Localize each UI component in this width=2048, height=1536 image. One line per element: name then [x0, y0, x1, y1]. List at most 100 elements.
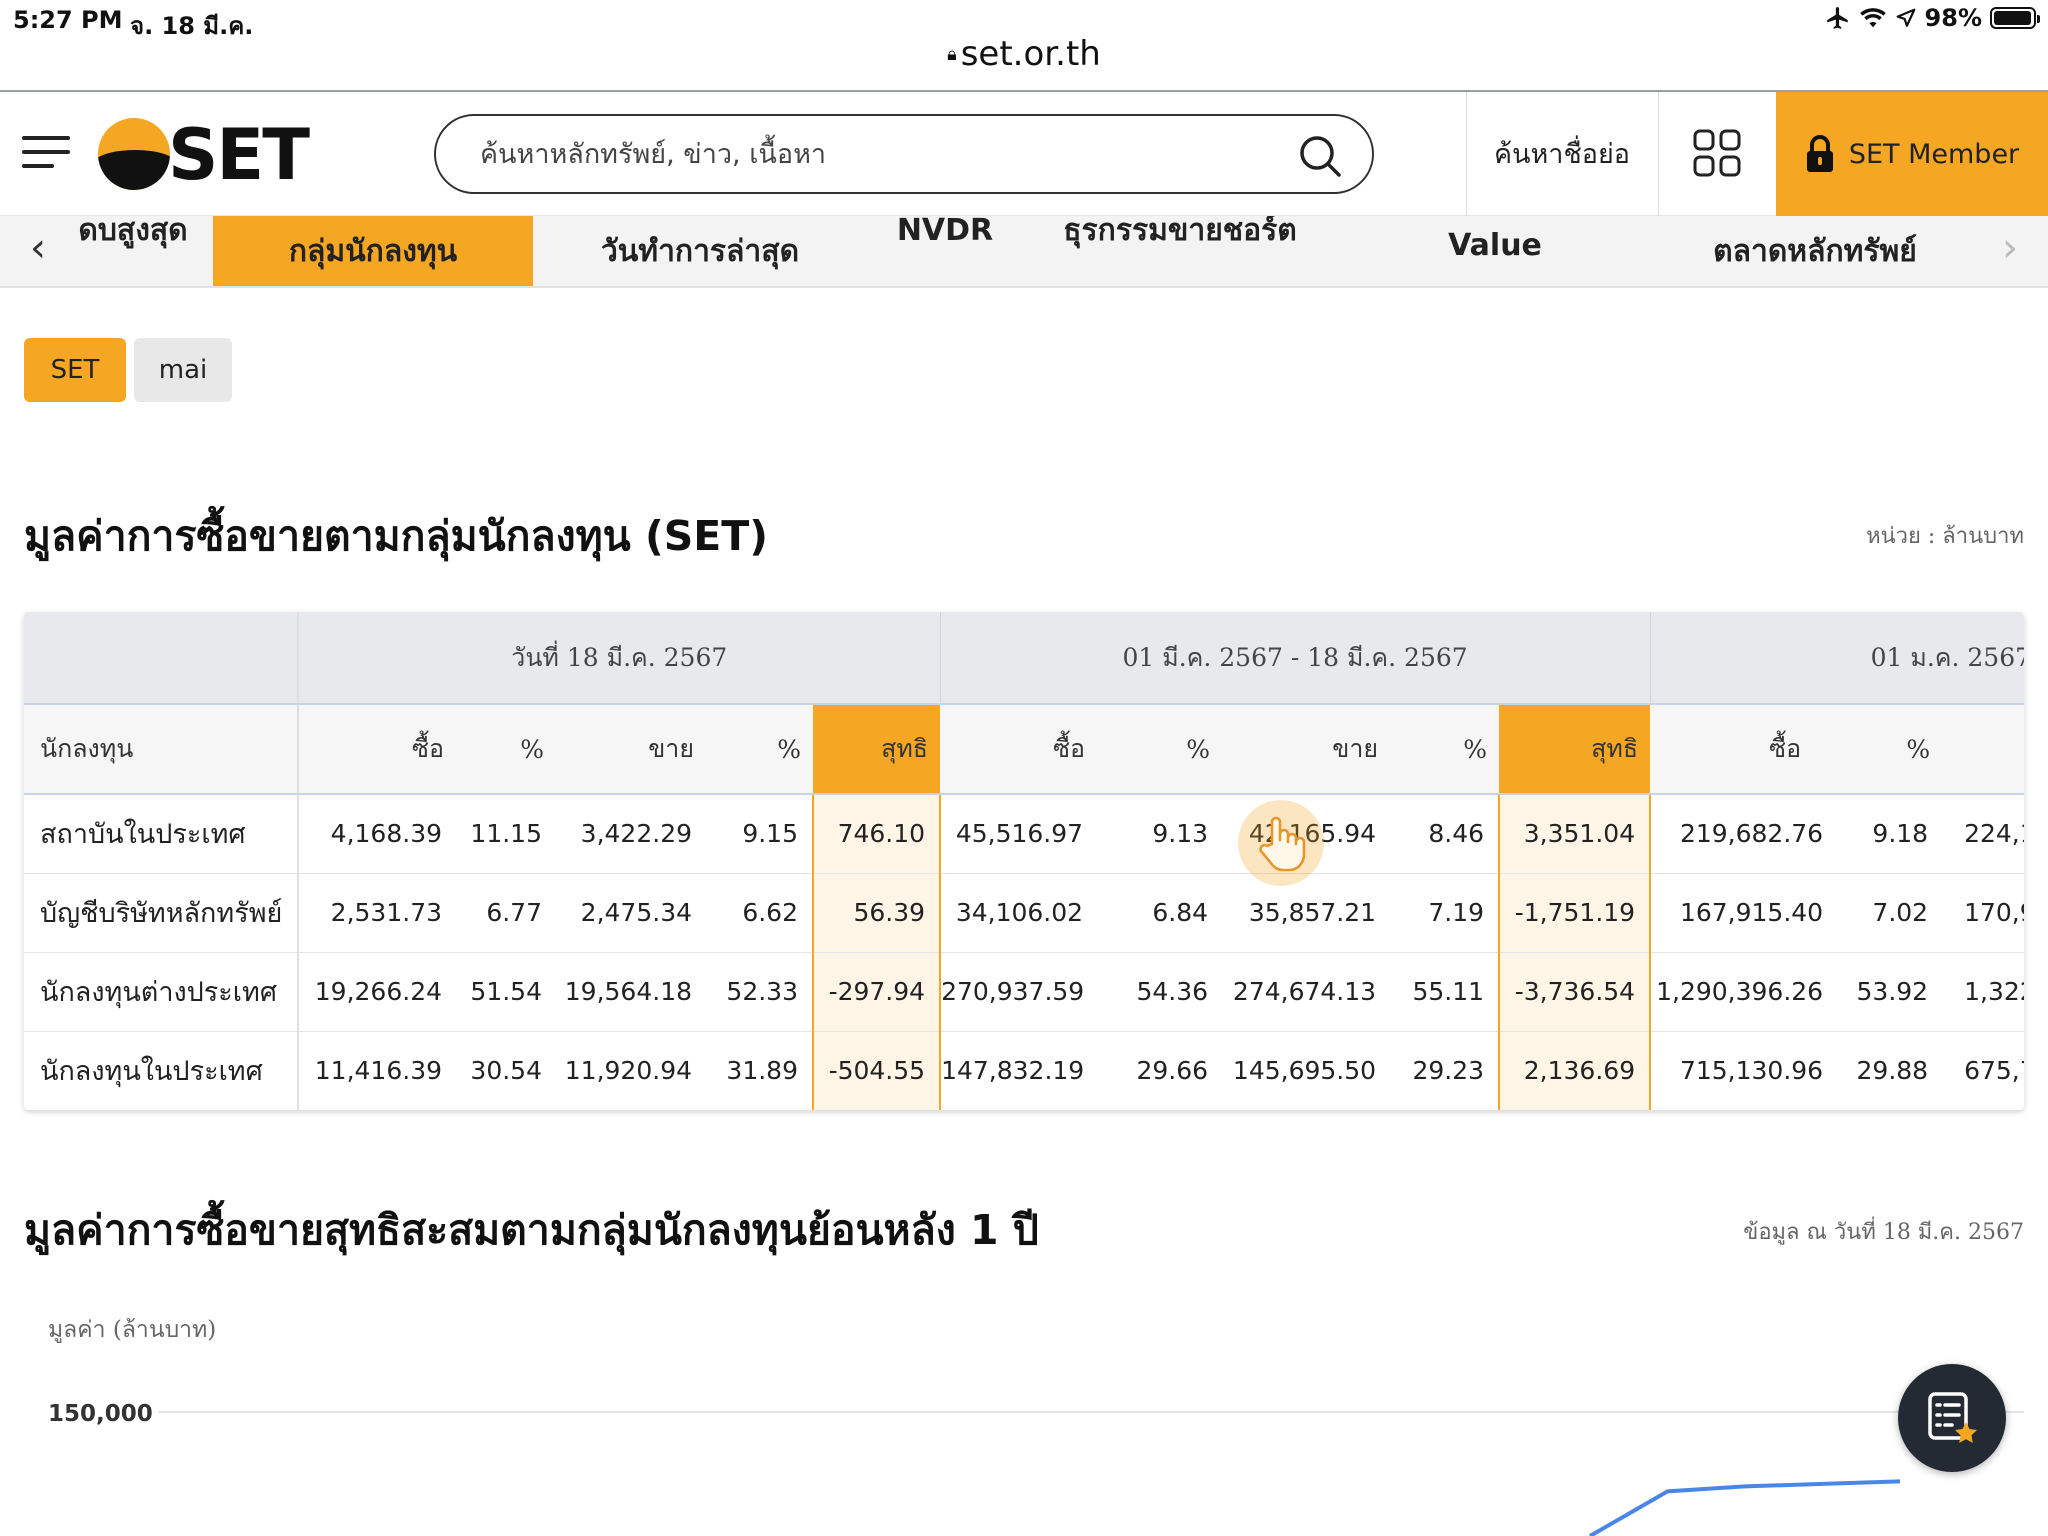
sell-value: 675,7!	[1942, 1031, 2024, 1110]
url-text: set.or.th	[960, 34, 1101, 74]
member-label: SET Member	[1848, 138, 2020, 170]
buy-value: 2,531.73	[298, 873, 456, 953]
section-title-cumulative: มูลค่าการซื้อขายสุทธิสะสมตามกลุ่มนักลงทุ…	[24, 1206, 1039, 1254]
header-buy: ซื้อ	[1650, 704, 1838, 795]
table-group-row: วันที่ 18 มี.ค. 2567 01 มี.ค. 2567 - 18 …	[24, 612, 2024, 705]
chevron-right-icon[interactable]: ›	[1990, 216, 2030, 286]
net-value: -504.55	[811, 1031, 942, 1110]
abbr-search-link[interactable]: ค้นหาชื่อย่อ	[1466, 132, 1658, 175]
tab-latest-trading-day[interactable]: วันทำการล่าสุด	[540, 216, 860, 286]
status-time: 5:27 PM	[13, 6, 123, 34]
header-sell: ขาย	[556, 704, 706, 795]
table-header-row: นักลงทุน ซื้อ % ขาย % สุทธิ ซื้อ % ขาย %…	[24, 704, 2024, 795]
market-tab-set[interactable]: SET	[24, 338, 126, 402]
net-value: -3,736.54	[1498, 952, 1652, 1032]
buy-value: 715,130.96	[1650, 1031, 1838, 1110]
sub-nav: ‹ ดบสูงสุด กลุ่มนักลงทุน วันทำการล่าสุด …	[0, 216, 2048, 288]
group-header-year: 01 ม.ค. 2567 - 1	[1649, 612, 2024, 705]
sell-pct: 52.33	[706, 952, 813, 1032]
battery-fill	[1994, 11, 2032, 25]
logo-text: SET	[168, 114, 310, 196]
tab-value[interactable]: Value	[1400, 216, 1590, 286]
buy-value: 34,106.02	[940, 873, 1098, 953]
y-tick-label: 150,000	[48, 1401, 153, 1427]
investor-name: นักลงทุนต่างประเทศ	[24, 952, 299, 1032]
sell-pct: 31.89	[706, 1031, 813, 1110]
apps-grid-icon[interactable]	[1692, 128, 1742, 178]
buy-value: 4,168.39	[298, 794, 456, 874]
lock-icon	[1806, 135, 1833, 172]
buy-pct: 30.54	[456, 1031, 556, 1110]
chart-svg: มูลค่า (ล้านบาท) 150,000	[48, 1317, 2024, 1536]
tab-nvdr[interactable]: NVDR	[880, 216, 1010, 286]
menu-icon[interactable]	[22, 132, 70, 172]
buy-pct: 7.02	[1837, 873, 1943, 953]
header-empty	[1942, 704, 2024, 795]
wifi-icon	[1859, 8, 1886, 28]
table-row: นักลงทุนในประเทศ 11,416.39 30.54 11,920.94 3…	[24, 1031, 2024, 1110]
set-logo[interactable]: SET	[96, 114, 310, 196]
buy-pct: 29.66	[1097, 1031, 1223, 1110]
sell-value: 19,564.18	[556, 952, 706, 1032]
header-net: สุทธิ	[1499, 704, 1651, 795]
sell-pct: 29.23	[1390, 1031, 1500, 1110]
tab-stock-market[interactable]: ตลาดหลักทรัพย์	[1670, 216, 1960, 286]
group-header-day: วันที่ 18 มี.ค. 2567	[297, 612, 941, 705]
buy-pct: 9.18	[1837, 794, 1943, 874]
url-bar[interactable]: 🔒︎ set.or.th	[0, 34, 2048, 90]
y-axis-label: มูลค่า (ล้านบาท)	[48, 1317, 216, 1343]
net-value: 56.39	[811, 873, 942, 953]
battery-percent: 98%	[1924, 4, 1982, 32]
tab-top-ranking[interactable]: ดบสูงสุด	[58, 216, 208, 286]
buy-value: 11,416.39	[298, 1031, 456, 1110]
header-pct: %	[1097, 704, 1223, 795]
sell-value: 2,475.34	[556, 873, 706, 953]
sell-pct: 7.19	[1390, 873, 1500, 953]
search-icon[interactable]	[1298, 134, 1342, 178]
table-row: นักลงทุนต่างประเทศ 19,266.24 51.54 19,564.1…	[24, 952, 2024, 1032]
investor-name: สถาบันในประเทศ	[24, 794, 299, 874]
series-line	[1589, 1479, 1901, 1536]
market-tab-mai[interactable]: mai	[134, 338, 232, 402]
sell-value: 170,9!	[1942, 873, 2024, 953]
search-box	[434, 114, 1374, 194]
header-sell: ขาย	[1222, 704, 1391, 795]
tab-short-sale[interactable]: ธุรกรรมขายชอร์ต	[1040, 216, 1320, 286]
tab-investor-group[interactable]: กลุ่มนักลงทุน	[213, 216, 533, 286]
watchlist-fab[interactable]	[1898, 1364, 2006, 1472]
group-header-month: 01 มี.ค. 2567 - 18 มี.ค. 2567	[939, 612, 1651, 705]
header-pct: %	[456, 704, 556, 795]
buy-pct: 54.36	[1097, 952, 1223, 1032]
sell-value: 11,920.94	[556, 1031, 706, 1110]
buy-pct: 53.92	[1837, 952, 1943, 1032]
sell-value: 145,695.50	[1222, 1031, 1391, 1110]
buy-pct: 51.54	[456, 952, 556, 1032]
airplane-icon	[1826, 7, 1848, 29]
touch-indicator	[1238, 800, 1324, 886]
investor-name: นักลงทุนในประเทศ	[24, 1031, 299, 1110]
status-right: 98%	[1825, 4, 2040, 32]
buy-value: 219,682.76	[1650, 794, 1838, 874]
sell-pct: 8.46	[1390, 794, 1500, 874]
buy-value: 270,937.59	[940, 952, 1098, 1032]
header-divider	[1658, 92, 1659, 216]
net-value: -1,751.19	[1498, 873, 1652, 953]
watchlist-star-icon	[1928, 1392, 1977, 1443]
set-member-button[interactable]: SET Member	[1776, 92, 2048, 216]
header-buy: ซื้อ	[298, 704, 456, 795]
site-header: SET ค้นหาชื่อย่อ SET Member	[0, 92, 2048, 216]
buy-pct: 29.88	[1837, 1031, 1943, 1110]
search-input[interactable]	[480, 130, 1280, 178]
buy-pct: 6.84	[1097, 873, 1223, 953]
chevron-left-icon[interactable]: ‹	[18, 216, 58, 286]
buy-value: 167,915.40	[1650, 873, 1838, 953]
sell-value: 224,1!	[1942, 794, 2024, 874]
net-value: 3,351.04	[1498, 794, 1652, 874]
header-pct: %	[1837, 704, 1943, 795]
table-row: บัญชีบริษัทหลักทรัพย์ 2,531.73 6.77 2,475.3…	[24, 873, 2024, 953]
unit-note: หน่วย : ล้านบาท	[1866, 524, 2024, 549]
location-arrow-icon	[1896, 8, 1915, 27]
buy-value: 147,832.19	[940, 1031, 1098, 1110]
sell-pct: 9.15	[706, 794, 813, 874]
net-value: 746.10	[811, 794, 942, 874]
